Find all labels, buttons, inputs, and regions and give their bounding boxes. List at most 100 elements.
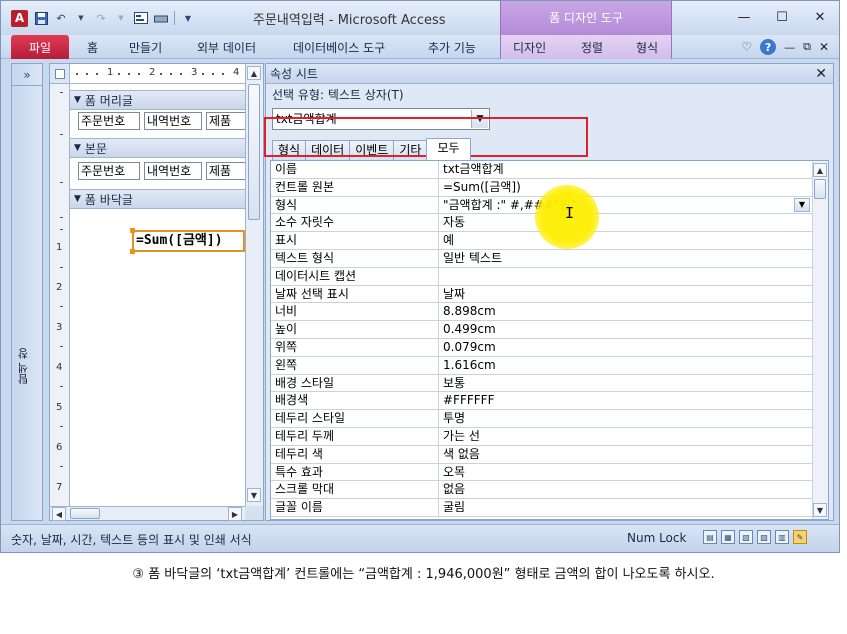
detail-field-product[interactable]: 제품	[206, 162, 245, 180]
tab-home[interactable]: 홈	[87, 39, 98, 56]
save-icon[interactable]	[34, 11, 48, 25]
minimize-button[interactable]: —	[735, 9, 753, 25]
property-value[interactable]: 8.898cm	[440, 303, 812, 320]
chevron-down-icon[interactable]: ▼	[471, 110, 488, 128]
tab-database-tools[interactable]: 데이터베이스 도구	[293, 39, 385, 56]
property-value[interactable]: 투명	[440, 410, 812, 427]
property-row[interactable]: 너비 8.898cm	[271, 303, 812, 322]
property-value[interactable]: 0.499cm	[440, 321, 812, 338]
property-value[interactable]: 없음	[440, 481, 812, 498]
detail-field-order-no[interactable]: 주문번호	[78, 162, 140, 180]
property-row[interactable]: 데이터시트 캡션	[271, 267, 812, 286]
property-row[interactable]: 컨트롤 원본 =Sum([금액])	[271, 178, 812, 197]
property-value[interactable]: 보통	[440, 375, 812, 392]
help-icon[interactable]: ?	[760, 39, 777, 55]
property-row[interactable]: 높이 0.499cm	[271, 321, 812, 339]
property-value[interactable]: 색 없음	[440, 446, 812, 463]
tab-add-ins[interactable]: 추가 기능	[428, 39, 476, 56]
tab-arrange[interactable]: 정렬	[581, 39, 603, 56]
resize-handle[interactable]	[130, 228, 135, 233]
property-row[interactable]: 날짜 선택 표시 날짜	[271, 285, 812, 304]
maximize-button[interactable]: ☐	[773, 9, 791, 25]
scroll-thumb[interactable]	[70, 508, 100, 519]
detail-field-detail-no[interactable]: 내역번호	[144, 162, 202, 180]
property-value[interactable]: 가는 선	[440, 428, 812, 445]
property-value[interactable]: 1.616cm	[440, 357, 812, 374]
property-value[interactable]	[440, 268, 812, 285]
tab-file[interactable]: 파일	[11, 35, 69, 59]
print-icon[interactable]	[154, 11, 168, 25]
nav-pane-label[interactable]: 탐색 창	[16, 348, 38, 385]
property-row[interactable]: 테두리 스타일 투명	[271, 410, 812, 428]
pivot-chart-view-icon[interactable]: ▨	[757, 530, 771, 544]
tab-other-props[interactable]: 기타	[393, 140, 428, 160]
close-button[interactable]: ✕	[811, 9, 829, 25]
scroll-thumb[interactable]	[248, 84, 260, 220]
property-row[interactable]: 특수 효과 오목	[271, 463, 812, 482]
property-value[interactable]: "금액합계 :" #,###"원"	[440, 197, 812, 214]
property-row[interactable]: 이름 txt금액합계	[271, 161, 812, 179]
scroll-down-icon[interactable]: ▼	[813, 503, 827, 517]
undo-icon[interactable]: ↶	[54, 11, 68, 25]
property-row[interactable]: 위쪽 0.079cm	[271, 339, 812, 357]
tab-external-data[interactable]: 외부 데이터	[197, 39, 256, 56]
dropdown-arrow-icon[interactable]: ▼	[74, 11, 88, 25]
detail-section-bar[interactable]: ▼ 본문	[70, 138, 245, 158]
property-row[interactable]: 형식 "금액합계 :" #,###"원" ▼	[271, 196, 812, 215]
scroll-left-icon[interactable]: ◀	[52, 507, 66, 521]
property-value[interactable]: =Sum([금액])	[440, 179, 812, 196]
tab-event-props[interactable]: 이벤트	[349, 140, 395, 160]
form-footer-section-bar[interactable]: ▼ 폼 바닥글	[70, 189, 245, 209]
nav-expand-button[interactable]: »	[12, 64, 42, 86]
access-logo-icon[interactable]: A	[11, 9, 28, 27]
minimize-ribbon-icon[interactable]: ♡	[741, 40, 752, 54]
customize-qat-icon[interactable]: ▼	[181, 11, 195, 25]
scroll-right-icon[interactable]: ▶	[228, 507, 242, 521]
property-vertical-scrollbar[interactable]: ▲ ▼	[812, 161, 828, 519]
tab-format-props[interactable]: 형식	[272, 140, 307, 160]
layout-view-icon[interactable]: ▥	[775, 530, 789, 544]
scroll-down-icon[interactable]: ▼	[247, 488, 261, 502]
doc-minimize-icon[interactable]: —	[784, 41, 795, 54]
header-label-order-no[interactable]: 주문번호	[78, 112, 140, 130]
tab-data-props[interactable]: 데이터	[305, 140, 351, 160]
designer-horizontal-scrollbar[interactable]: ◀ ▶	[50, 506, 245, 521]
property-row[interactable]: 테두리 두께 가는 선	[271, 428, 812, 446]
form-canvas[interactable]: ▼ 폼 머리글 주문번호 내역번호 제품 ▼ 본문 주문번호 내역번호 제품 ▼…	[70, 84, 245, 506]
close-icon[interactable]: ✕	[815, 66, 827, 82]
tab-format[interactable]: 형식	[636, 39, 658, 56]
datasheet-view-icon[interactable]: ▦	[721, 530, 735, 544]
design-view-icon[interactable]: ✎	[793, 530, 807, 544]
txt-total-amount-control[interactable]: =Sum([금액])	[132, 230, 245, 252]
property-row[interactable]: 배경 스타일 보통	[271, 374, 812, 393]
property-value[interactable]: 예	[440, 232, 812, 249]
property-row[interactable]: 텍스트 형식 일반 텍스트	[271, 250, 812, 268]
form-view-icon[interactable]: ▤	[703, 530, 717, 544]
property-row[interactable]: 소수 자릿수 자동	[271, 214, 812, 233]
property-row[interactable]: 테두리 색색 없음	[271, 445, 812, 464]
property-row[interactable]: 배경색 #FFFFFF	[271, 392, 812, 411]
property-row[interactable]: 왼쪽 1.616cm	[271, 356, 812, 375]
tab-design[interactable]: 디자인	[513, 39, 546, 56]
resize-handle[interactable]	[130, 249, 135, 254]
pivot-table-view-icon[interactable]: ▧	[739, 530, 753, 544]
form-selector[interactable]	[50, 64, 70, 84]
property-value[interactable]: 일반 텍스트	[440, 250, 812, 267]
scroll-up-icon[interactable]: ▲	[247, 66, 261, 80]
form-header-section-bar[interactable]: ▼ 폼 머리글	[70, 90, 245, 110]
doc-restore-icon[interactable]: ⧉	[803, 40, 811, 54]
property-value[interactable]: 굴림	[440, 499, 812, 516]
tab-create[interactable]: 만들기	[129, 39, 162, 56]
form-view-icon[interactable]	[134, 11, 148, 25]
tab-all-props[interactable]: 모두	[426, 138, 471, 160]
property-row[interactable]: 글꼴 이름 굴림	[271, 499, 812, 517]
redo-icon[interactable]: ↷	[94, 11, 108, 25]
property-value[interactable]: 오목	[440, 464, 812, 481]
chevron-down-icon[interactable]: ▼	[794, 197, 810, 212]
scroll-up-icon[interactable]: ▲	[813, 163, 827, 177]
designer-vertical-scrollbar[interactable]: ▲ ▼	[245, 64, 263, 506]
header-label-detail-no[interactable]: 내역번호	[144, 112, 202, 130]
property-value[interactable]: 자동	[440, 214, 812, 231]
property-row[interactable]: 스크롤 막대 없음	[271, 481, 812, 500]
scroll-thumb[interactable]	[814, 179, 826, 199]
